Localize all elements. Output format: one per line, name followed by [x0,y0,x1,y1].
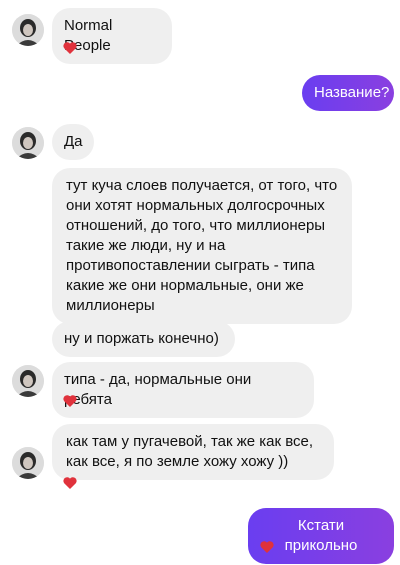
avatar-photo-icon [12,127,44,159]
message-bubble-incoming[interactable]: как там у пугачевой, так же как все, как… [52,424,334,480]
message-bubble-incoming[interactable]: Да [52,124,94,160]
avatar-photo-icon [12,447,44,479]
heart-icon[interactable] [62,40,78,56]
heart-icon[interactable] [259,539,275,555]
avatar-photo-icon [12,14,44,46]
avatar-photo-icon [12,365,44,397]
heart-icon[interactable] [62,475,78,491]
avatar[interactable] [12,365,44,397]
message-bubble-incoming[interactable]: типа - да, нормальные они ребята [52,362,314,418]
message-bubble-incoming[interactable]: ну и поржать конечно) [52,321,235,357]
avatar[interactable] [12,447,44,479]
message-bubble-outgoing[interactable]: Кстати прикольно [248,508,394,564]
message-bubble-incoming[interactable]: тут куча слоев получается, от того, что … [52,168,352,324]
heart-icon[interactable] [62,393,78,409]
message-bubble-outgoing[interactable]: Название? [302,75,394,111]
avatar[interactable] [12,14,44,46]
avatar[interactable] [12,127,44,159]
